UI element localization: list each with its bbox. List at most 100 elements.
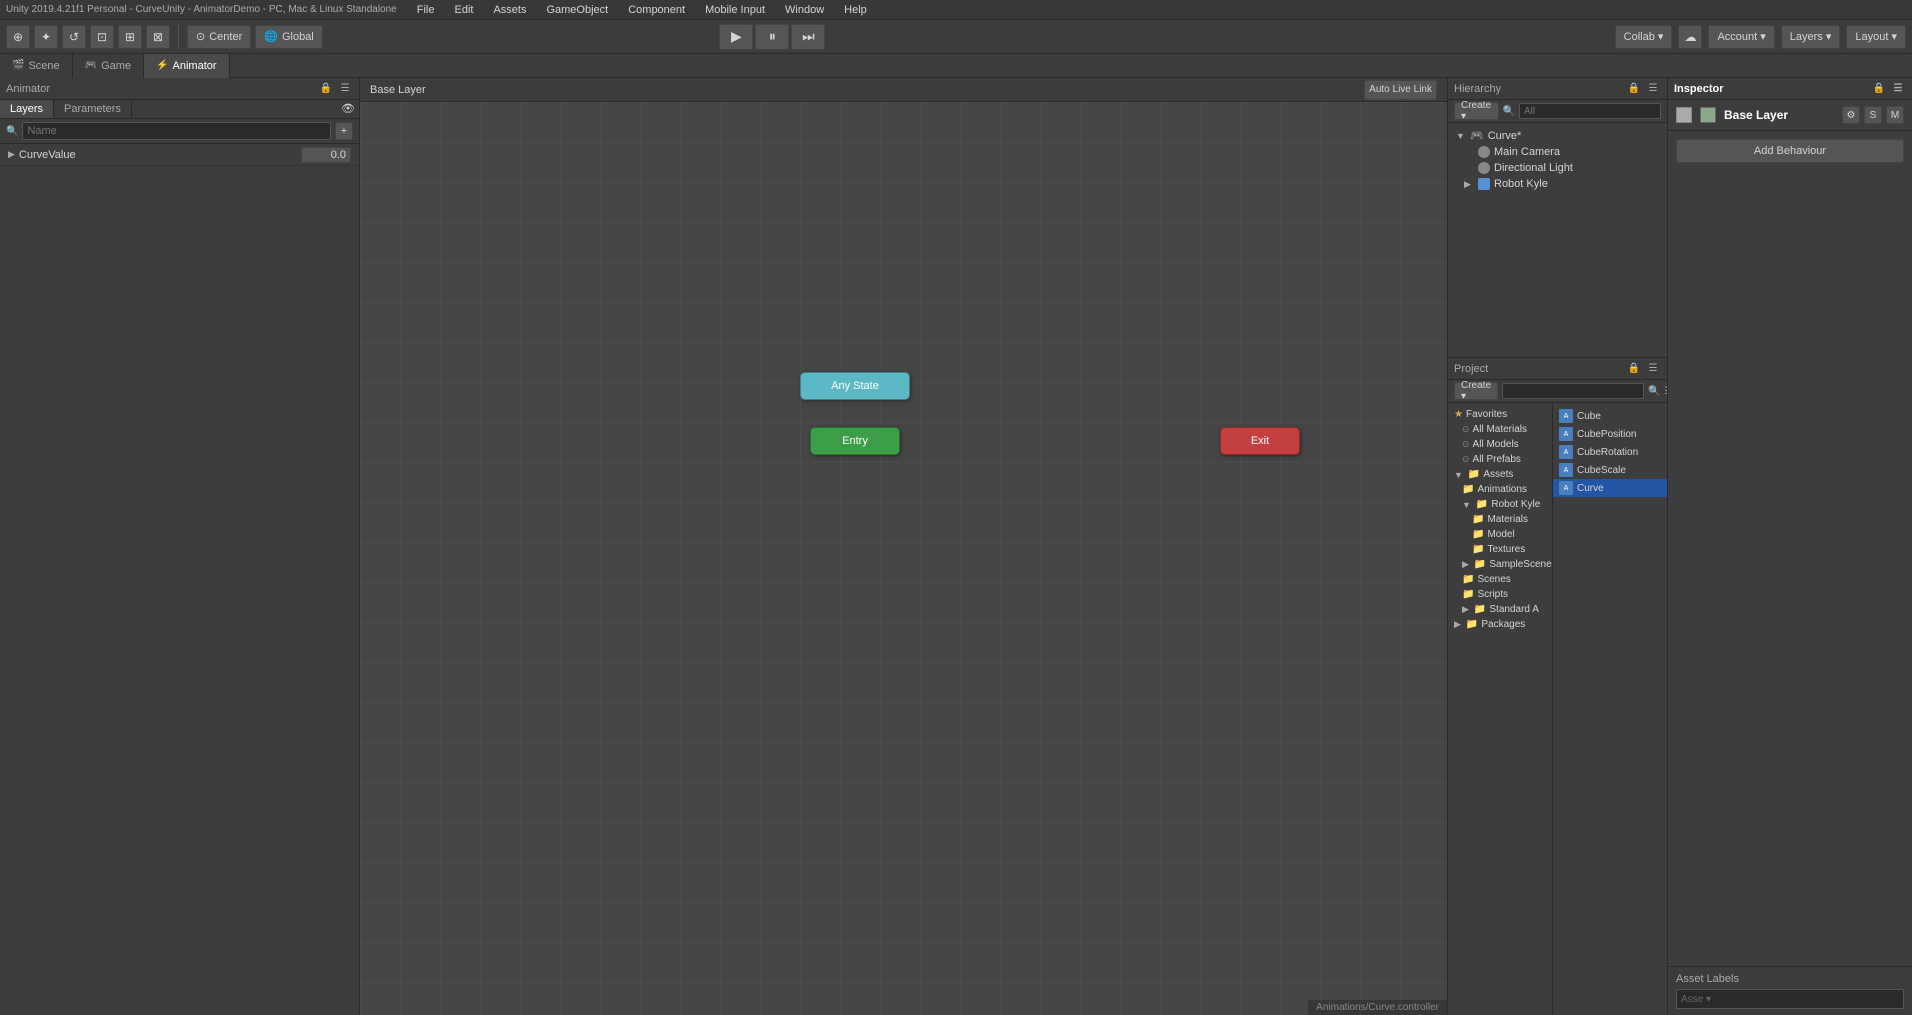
project-search-input[interactable]: [1502, 383, 1644, 399]
scripts-folder[interactable]: 📁 Scripts: [1448, 587, 1552, 602]
step-button[interactable]: ⏭: [791, 24, 825, 50]
layout-dropdown[interactable]: Layout ▾: [1846, 25, 1906, 49]
robot-kyle-folder[interactable]: ▼ 📁 Robot Kyle: [1448, 497, 1552, 512]
layer-color-picker[interactable]: [1676, 107, 1692, 123]
search-circle2-icon: ⊙: [1462, 439, 1470, 450]
pivot-center-dropdown[interactable]: ⊙ Center: [187, 25, 251, 49]
menu-mobile-input[interactable]: Mobile Input: [701, 3, 769, 17]
packages-folder[interactable]: ▶ 📁 Packages: [1448, 617, 1552, 632]
hierarchy-dir-light[interactable]: Directional Light: [1448, 160, 1667, 176]
account-dropdown[interactable]: Account ▾: [1708, 25, 1774, 49]
params-tab[interactable]: Parameters: [54, 100, 132, 118]
file-cuberotation[interactable]: A CubeRotation: [1553, 443, 1667, 461]
canvas-path-footer: Animations/Curve.controller: [1308, 1000, 1447, 1015]
tool-move[interactable]: ✦: [34, 25, 58, 49]
layers-tab[interactable]: Layers: [0, 100, 54, 118]
project-title: Project: [1454, 363, 1488, 375]
layer-solo-icon[interactable]: S: [1864, 106, 1882, 124]
all-models-item[interactable]: ⊙ All Models: [1448, 437, 1552, 452]
project-lock-icon[interactable]: 🔒: [1626, 361, 1642, 377]
auto-live-link-button[interactable]: Auto Live Link: [1364, 80, 1437, 100]
add-param-button[interactable]: +: [335, 122, 353, 140]
state-exit[interactable]: Exit: [1220, 427, 1300, 455]
cloud-button[interactable]: ☁: [1678, 25, 1702, 49]
cubeposition-file-label: CubePosition: [1577, 429, 1636, 440]
scenes-folder[interactable]: 📁 Scenes: [1448, 572, 1552, 587]
all-materials-item[interactable]: ⊙ All Materials: [1448, 422, 1552, 437]
project-header-icons: 🔒 ☰: [1626, 361, 1661, 377]
state-any-state[interactable]: Any State: [800, 372, 910, 400]
robot-expand-icon: ▶: [1464, 179, 1474, 190]
layers-dropdown[interactable]: Layers ▾: [1781, 25, 1841, 49]
add-behaviour-button[interactable]: Add Behaviour: [1676, 139, 1904, 163]
textures-label: Textures: [1487, 544, 1525, 555]
cube-file-label: Cube: [1577, 411, 1601, 422]
file-cubeposition[interactable]: A CubePosition: [1553, 425, 1667, 443]
tool-rect[interactable]: ⊞: [118, 25, 142, 49]
menu-edit[interactable]: Edit: [450, 3, 477, 17]
animator-menu-icon[interactable]: ☰: [337, 81, 353, 97]
textures-folder[interactable]: 📁 Textures: [1448, 542, 1552, 557]
pause-button[interactable]: ⏸: [755, 24, 789, 50]
materials-folder[interactable]: 📁 Materials: [1448, 512, 1552, 527]
param-value-input[interactable]: [301, 147, 351, 163]
menu-file[interactable]: File: [413, 3, 439, 17]
tool-transform[interactable]: ⊠: [146, 25, 170, 49]
hierarchy-create-button[interactable]: Create ▾: [1454, 102, 1499, 120]
animator-canvas-body[interactable]: Any State Entry Exit Animations/Curve.co…: [360, 102, 1447, 1015]
inspector-lock-icon[interactable]: 🔒: [1871, 81, 1887, 97]
pivot-global-dropdown[interactable]: 🌐 Global: [255, 25, 323, 49]
file-cubescale[interactable]: A CubeScale: [1553, 461, 1667, 479]
project-files: A Cube A CubePosition A CubeRotation A C…: [1553, 403, 1667, 1015]
tab-animator[interactable]: ⚡ Animator: [144, 54, 229, 78]
hierarchy-menu-icon[interactable]: ☰: [1645, 81, 1661, 97]
layer-mute-icon[interactable]: M: [1886, 106, 1904, 124]
tab-animator-label: Animator: [173, 60, 217, 72]
file-cube[interactable]: A Cube: [1553, 407, 1667, 425]
animator-search-input[interactable]: [22, 122, 331, 140]
hierarchy-main-camera[interactable]: Main Camera: [1448, 144, 1667, 160]
menu-gameobject[interactable]: GameObject: [542, 3, 612, 17]
project-create-button[interactable]: Create ▾: [1454, 382, 1498, 400]
project-menu-icon[interactable]: ☰: [1645, 361, 1661, 377]
assets-item[interactable]: ▼ 📁 Assets: [1448, 467, 1552, 482]
eye-toggle[interactable]: 👁: [337, 100, 359, 118]
model-folder[interactable]: 📁 Model: [1448, 527, 1552, 542]
model-folder-icon: 📁: [1472, 529, 1484, 540]
tool-hand[interactable]: ⊕: [6, 25, 30, 49]
menu-component[interactable]: Component: [624, 3, 689, 17]
hierarchy-lock-icon[interactable]: 🔒: [1626, 81, 1642, 97]
menu-assets[interactable]: Assets: [489, 3, 530, 17]
file-curve[interactable]: A Curve: [1553, 479, 1667, 497]
samplescene-folder[interactable]: ▶ 📁 SampleScene: [1448, 557, 1552, 572]
collab-dropdown[interactable]: Collab ▾: [1615, 25, 1673, 49]
packages-label: Packages: [1481, 619, 1525, 630]
hierarchy-search-input[interactable]: [1519, 103, 1661, 119]
favorites-item[interactable]: ★ Favorites: [1448, 407, 1552, 422]
base-layer-label: Base Layer: [370, 84, 426, 96]
play-button[interactable]: ▶: [719, 24, 753, 50]
tab-scene[interactable]: 🎬 Scene: [0, 54, 73, 78]
inspector-menu-icon[interactable]: ☰: [1890, 81, 1906, 97]
collab-label: Collab ▾: [1624, 30, 1664, 43]
tab-game[interactable]: 🎮 Game: [73, 54, 144, 78]
menu-help[interactable]: Help: [840, 3, 871, 17]
play-controls: ▶ ⏸ ⏭: [719, 24, 825, 50]
asset-labels-dropdown[interactable]: Asse ▾: [1676, 989, 1904, 1009]
menu-window[interactable]: Window: [781, 3, 828, 17]
standard-a-folder[interactable]: ▶ 📁 Standard A: [1448, 602, 1552, 617]
scene-root[interactable]: ▼ 🎮 Curve*: [1448, 127, 1667, 144]
layer-color2[interactable]: [1700, 107, 1716, 123]
hierarchy-tree: ▼ 🎮 Curve* Main Camera Directional Light…: [1448, 123, 1667, 357]
state-entry[interactable]: Entry: [810, 427, 900, 455]
animator-lock-icon[interactable]: 🔒: [318, 81, 334, 97]
hierarchy-robot-kyle[interactable]: ▶ Robot Kyle: [1448, 176, 1667, 192]
tool-rotate[interactable]: ↺: [62, 25, 86, 49]
layer-settings-icon[interactable]: ⚙: [1842, 106, 1860, 124]
tool-scale[interactable]: ⊡: [90, 25, 114, 49]
project-search-btn[interactable]: 🔍: [1648, 383, 1660, 399]
all-prefabs-item[interactable]: ⊙ All Prefabs: [1448, 452, 1552, 467]
right-panels: Hierarchy 🔒 ☰ Create ▾ 🔍 ▼ 🎮 Curve*: [1447, 78, 1667, 1015]
standard-expand: ▶: [1462, 604, 1469, 615]
animations-folder[interactable]: 📁 Animations: [1448, 482, 1552, 497]
